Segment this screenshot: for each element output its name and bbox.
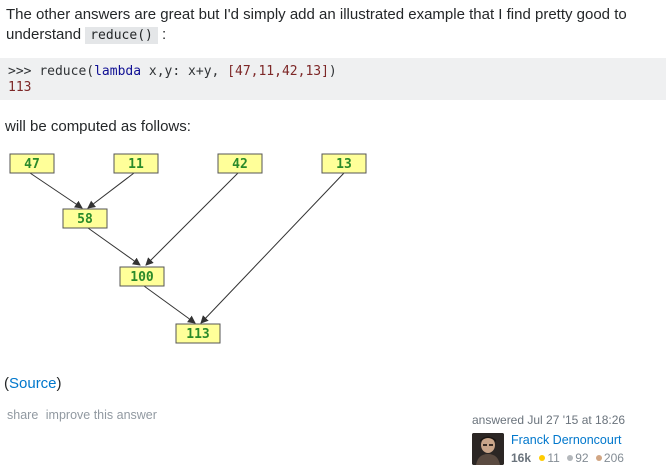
node-label: 13: [336, 157, 352, 172]
user-details: Franck Dernoncourt 16k 11 92 206: [511, 433, 626, 466]
edge-11-to-58: [87, 172, 135, 209]
node-label: 42: [232, 157, 248, 172]
answered-timestamp: answered Jul 27 '15 at 18:26: [472, 413, 626, 427]
edge-13-to-113: [200, 172, 345, 324]
source-close-paren: ): [56, 375, 62, 392]
edge-100-to-113: [143, 285, 196, 324]
bronze-badge-icon: [595, 455, 602, 462]
code-close: ): [328, 64, 337, 79]
diagram-node-42: 42: [217, 153, 263, 174]
diagram-node-13: 13: [321, 153, 367, 174]
diagram-node-100: 100: [119, 266, 165, 287]
node-label: 100: [130, 270, 154, 285]
node-label: 11: [128, 157, 144, 172]
inline-code-reduce: reduce(): [85, 27, 158, 44]
avatar-image: [472, 433, 504, 465]
gold-badge-count: 11: [547, 451, 560, 465]
code-list: [47,11,42,13]: [227, 64, 329, 79]
diagram-node-113: 113: [175, 323, 221, 344]
code-line-2: 113: [8, 80, 32, 95]
silver-badge-icon: [567, 455, 574, 462]
code-keyword: lambda: [94, 64, 142, 79]
share-link[interactable]: share: [7, 408, 38, 422]
post-menu: share improve this answer: [7, 408, 161, 422]
user-block: Franck Dernoncourt 16k 11 92 206: [472, 433, 662, 467]
source-link[interactable]: Source: [9, 375, 57, 392]
diagram-node-47: 47: [9, 153, 55, 174]
node-label: 113: [186, 327, 209, 342]
node-label: 47: [24, 157, 40, 172]
code-fn: reduce(: [39, 64, 95, 79]
edge-42-to-100: [145, 172, 239, 266]
user-info-card: answered Jul 27 '15 at 18:26 Franck Dern…: [472, 413, 662, 465]
reputation-score: 16k: [511, 451, 532, 465]
answer-intro-text: The other answers are great but I'd simp…: [6, 5, 656, 46]
diagram-node-11: 11: [113, 153, 159, 174]
gold-badge-icon: [539, 455, 546, 462]
bronze-badge-count: 206: [603, 451, 624, 465]
code-prompt: >>>: [8, 64, 40, 79]
diagram-node-58: 58: [62, 208, 108, 229]
edge-58-to-100: [87, 227, 141, 266]
reduce-diagram: 47 11 42 13 58 100 113: [9, 153, 367, 344]
node-label: 58: [77, 212, 93, 227]
source-line: (Source): [4, 374, 62, 394]
code-args: x,y: x+y,: [141, 64, 228, 79]
computed-text: will be computed as follows:: [5, 118, 191, 135]
user-stats: 16k 11 92 206: [511, 451, 626, 466]
user-avatar[interactable]: [472, 433, 504, 465]
diagram-edges: [29, 172, 345, 324]
code-line-1: >>> reduce(lambda x,y: x+y, [47,11,42,13…: [8, 64, 658, 80]
improve-answer-link[interactable]: improve this answer: [46, 408, 157, 422]
silver-badge-count: 92: [575, 451, 589, 465]
code-block: >>> reduce(lambda x,y: x+y, [47,11,42,13…: [0, 58, 666, 100]
edge-47-to-58: [29, 172, 83, 209]
intro-text-after: :: [157, 26, 167, 43]
user-name-link[interactable]: Franck Dernoncourt: [511, 433, 626, 448]
answer-post: The other answers are great but I'd simp…: [0, 0, 666, 475]
